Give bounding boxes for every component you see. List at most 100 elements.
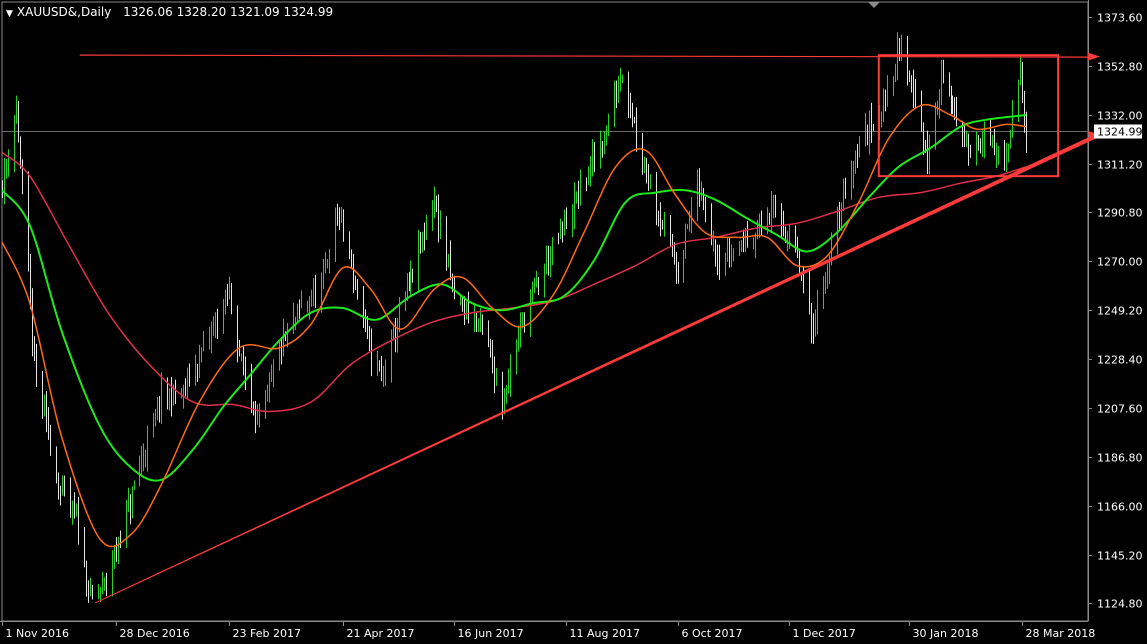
- bear-candle: [353, 253, 354, 293]
- bull-candle: [432, 200, 433, 231]
- candle-body: [984, 129, 985, 146]
- bull-candle: [215, 312, 216, 338]
- candle-body: [161, 387, 162, 411]
- bull-candle: [209, 326, 210, 350]
- bear-candle: [873, 123, 874, 131]
- candle-body: [745, 229, 746, 248]
- candle-body: [907, 48, 908, 78]
- candle-body: [994, 137, 995, 152]
- candle-body: [171, 392, 172, 406]
- bear-candle: [994, 128, 995, 156]
- dropdown-triangle-icon[interactable]: ▼: [6, 9, 13, 19]
- candle-body: [448, 257, 449, 263]
- bear-candle: [1004, 140, 1005, 171]
- bear-candle: [839, 201, 840, 230]
- candle-body: [600, 145, 601, 161]
- candle-body: [753, 241, 754, 244]
- candle-body: [825, 285, 826, 288]
- scroll-marker-icon: [868, 2, 880, 8]
- bear-candle: [915, 79, 916, 109]
- candle-body: [102, 581, 103, 590]
- bull-candle: [1010, 129, 1011, 149]
- bear-candle: [464, 296, 465, 325]
- candle-body: [269, 379, 270, 390]
- current-price-tag: 1324.99: [1094, 124, 1143, 139]
- bear-candle: [968, 133, 969, 166]
- candle-body: [855, 155, 856, 164]
- candle-body: [761, 218, 762, 225]
- bull-candle: [618, 75, 619, 104]
- candle-body: [231, 287, 232, 310]
- bear-candle: [747, 220, 748, 248]
- candle-body: [132, 489, 133, 510]
- x-tick-label: 11 Aug 2017: [570, 627, 640, 640]
- bear-candle: [809, 271, 810, 315]
- bear-candle: [951, 85, 952, 115]
- x-tick-label: 1 Nov 2016: [6, 627, 69, 640]
- bull-candle: [126, 499, 127, 548]
- bear-candle: [84, 527, 85, 568]
- bull-candle: [132, 486, 133, 519]
- bull-candle: [399, 297, 400, 333]
- candle-body: [941, 72, 942, 94]
- candle-body: [845, 186, 846, 193]
- candle-body: [440, 223, 441, 229]
- candle-body: [538, 281, 539, 284]
- candle-body: [865, 126, 866, 142]
- candle-body: [6, 163, 7, 168]
- bull-candle: [992, 134, 993, 149]
- bull-candle: [269, 372, 270, 403]
- bear-candle: [586, 177, 587, 192]
- bull-candle: [600, 130, 601, 169]
- candle-body: [130, 502, 131, 510]
- candle-body: [16, 103, 17, 120]
- bear-candle: [729, 237, 730, 268]
- candle-body: [243, 357, 244, 371]
- candle-body: [1010, 131, 1011, 148]
- bull-candle: [195, 354, 196, 386]
- bear-candle: [22, 159, 23, 195]
- bull-candle: [588, 166, 589, 186]
- candle-body: [799, 253, 800, 274]
- candle-body: [1018, 83, 1019, 117]
- bull-candle: [391, 329, 392, 383]
- bear-candle: [642, 132, 643, 175]
- candle-body: [733, 250, 734, 252]
- candle-body: [482, 315, 483, 322]
- candle-body: [321, 284, 322, 303]
- bull-candle: [383, 366, 384, 387]
- candle-body: [664, 219, 665, 228]
- candle-body: [490, 346, 491, 353]
- candle-body: [106, 581, 107, 583]
- candle-body: [536, 280, 537, 283]
- bull-candle: [474, 302, 475, 332]
- bull-candle: [418, 229, 419, 294]
- bear-candle: [743, 229, 744, 253]
- bear-candle: [913, 69, 914, 108]
- bear-candle: [678, 261, 679, 284]
- bull-candle: [311, 289, 312, 307]
- bear-candle: [594, 141, 595, 173]
- bear-candle: [703, 187, 704, 211]
- candle-body: [662, 222, 663, 228]
- chart-canvas[interactable]: 1124.80 1145.20 1166.00 1186.80 1207.60 1228.…: [0, 0, 1147, 644]
- bear-candle: [436, 195, 437, 213]
- candle-body: [343, 215, 344, 235]
- x-tick-label: 28 Dec 2016: [120, 627, 190, 640]
- candle-body: [990, 130, 991, 145]
- candle-body: [227, 291, 228, 299]
- bear-candle: [524, 312, 525, 333]
- candle-body: [911, 76, 912, 86]
- bear-candle: [42, 371, 43, 419]
- candle-body: [379, 364, 380, 370]
- candle-body: [927, 141, 928, 169]
- candle-body: [14, 119, 15, 161]
- candle-body: [241, 355, 242, 357]
- bear-candle: [781, 203, 782, 240]
- candle-body: [803, 277, 804, 288]
- candle-body: [839, 214, 840, 222]
- candle-body: [532, 288, 533, 300]
- candle-body: [622, 76, 623, 81]
- candle-body: [713, 244, 714, 246]
- price-tag-label: 1324.99: [1097, 126, 1143, 139]
